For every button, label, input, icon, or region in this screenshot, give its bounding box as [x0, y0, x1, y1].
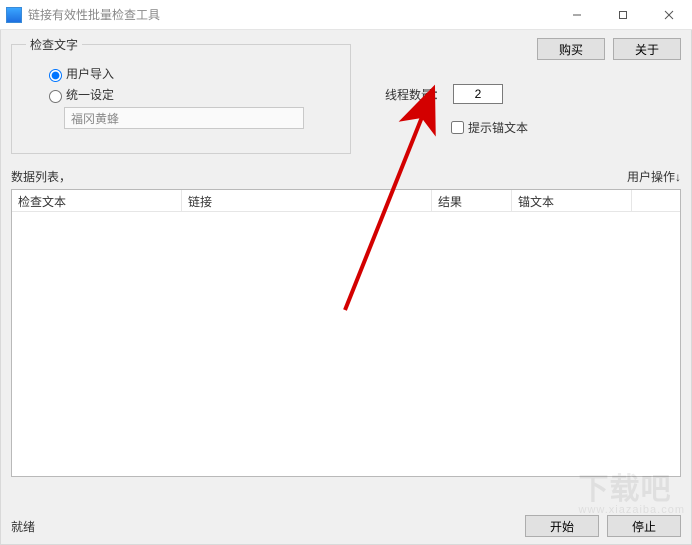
about-button[interactable]: 关于 — [613, 38, 681, 60]
radio-user-import-label[interactable]: 用户导入 — [66, 65, 114, 82]
user-action-label: 用户操作↓ — [627, 168, 681, 185]
stop-button[interactable]: 停止 — [607, 515, 681, 537]
col-check-text[interactable]: 检查文本 — [12, 190, 182, 211]
window-title: 链接有效性批量检查工具 — [28, 6, 160, 23]
data-listview[interactable]: 检查文本 链接 结果 锚文本 — [11, 189, 681, 477]
data-list-label: 数据列表， — [11, 168, 71, 185]
radio-user-import[interactable] — [49, 69, 62, 82]
listview-header: 检查文本 链接 结果 锚文本 — [12, 190, 680, 212]
maximize-button[interactable] — [600, 0, 646, 30]
thread-count-label: 线程数量： — [385, 86, 445, 103]
thread-count-input[interactable] — [453, 84, 503, 104]
anchor-text-checkbox[interactable] — [451, 121, 464, 134]
radio-fixed[interactable] — [49, 90, 62, 103]
col-link[interactable]: 链接 — [182, 190, 432, 211]
close-button[interactable] — [646, 0, 692, 30]
status-text: 就绪 — [11, 518, 35, 535]
fixed-text-input[interactable] — [64, 107, 304, 129]
status-bar: 就绪 开始 停止 — [11, 514, 681, 538]
titlebar: 链接有效性批量检查工具 — [0, 0, 692, 30]
buy-button[interactable]: 购买 — [537, 38, 605, 60]
anchor-text-checkbox-label[interactable]: 提示锚文本 — [468, 119, 528, 136]
start-button[interactable]: 开始 — [525, 515, 599, 537]
col-result[interactable]: 结果 — [432, 190, 512, 211]
check-text-group: 检查文字 用户导入 统一设定 — [11, 36, 351, 154]
listview-body[interactable] — [12, 212, 680, 476]
client-area: 检查文字 用户导入 统一设定 购买 关于 线程数量： — [0, 30, 692, 545]
check-text-legend: 检查文字 — [26, 36, 82, 53]
app-icon — [6, 7, 22, 23]
radio-fixed-label[interactable]: 统一设定 — [66, 86, 114, 103]
col-anchor-text[interactable]: 锚文本 — [512, 190, 632, 211]
minimize-button[interactable] — [554, 0, 600, 30]
col-spacer — [632, 190, 680, 211]
